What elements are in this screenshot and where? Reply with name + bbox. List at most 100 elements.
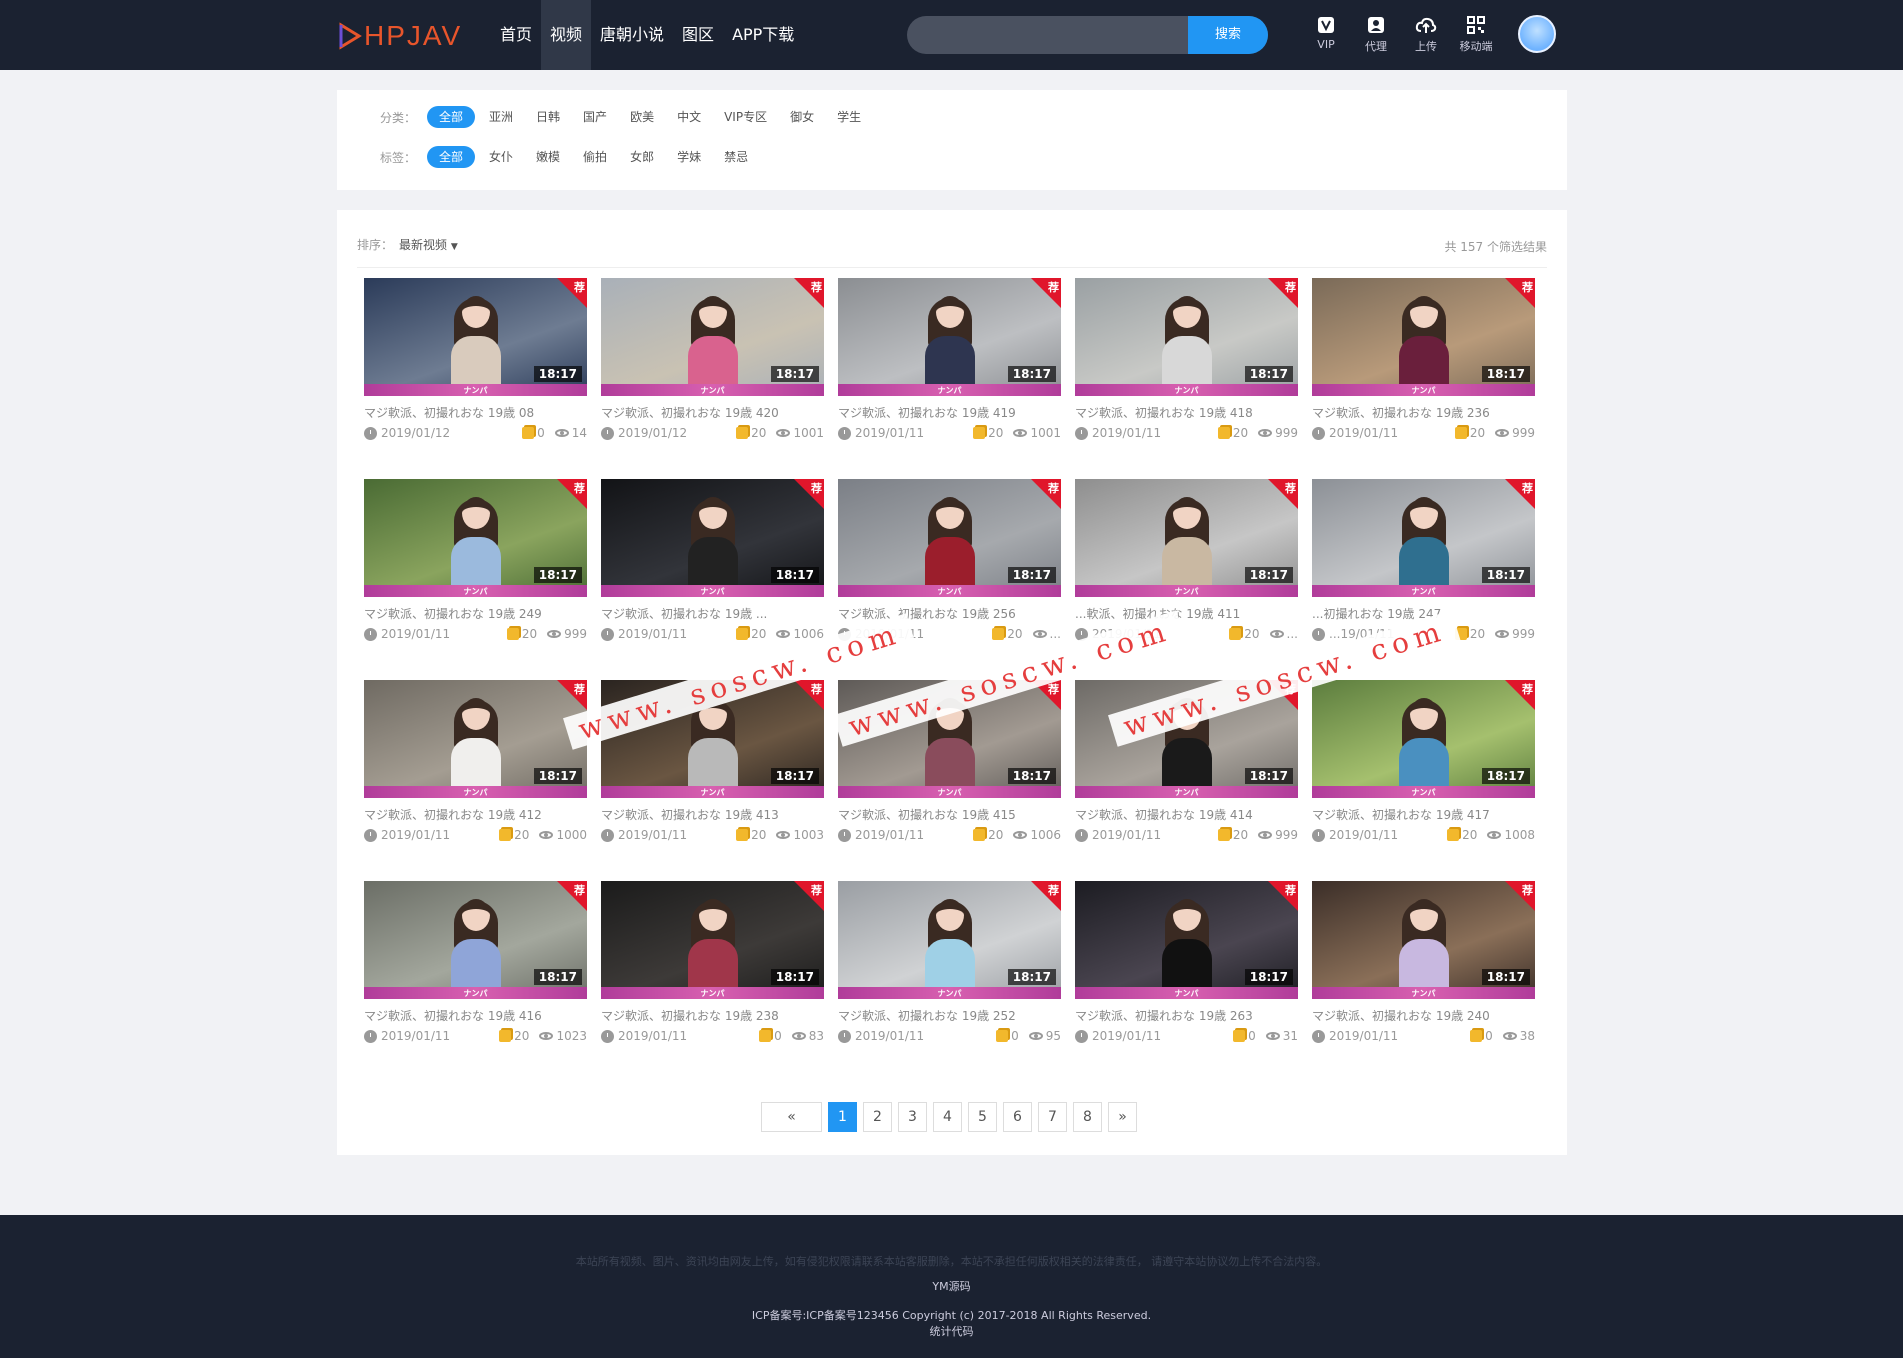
tag-chip[interactable]: 嫩模 [527,146,569,168]
tag-chip[interactable]: 全部 [427,146,476,168]
search-button[interactable]: 搜索 [1188,16,1268,54]
page-button[interactable]: 2 [863,1102,892,1132]
tag-chip[interactable]: 女仆 [480,146,522,168]
video-title[interactable]: マジ軟派、初撮れおな 19歳 412 [364,806,587,823]
page-button[interactable]: 8 [1073,1102,1102,1132]
video-thumbnail[interactable]: ナンパ 荐 18:17 [364,680,587,798]
video-title[interactable]: マジ軟派、初撮れおな 19歳 08 [364,404,587,421]
video-coins: 20 [514,828,530,842]
video-card[interactable]: ナンパ 荐 18:17 マジ軟派、初撮れおな 19歳 240 2019/01/11 0 38 [1312,881,1535,1061]
video-thumbnail[interactable]: ナンパ 荐 18:17 [601,278,824,396]
category-chip[interactable]: VIP专区 [715,106,776,128]
video-title[interactable]: マジ軟派、初撮れおな 19歳 249 [364,605,587,622]
page-next-button[interactable]: » [1108,1102,1137,1132]
video-title[interactable]: マジ軟派、初撮れおな 19歳 417 [1312,806,1535,823]
nav-novel[interactable]: 唐朝小说 [591,0,673,70]
video-thumbnail[interactable]: ナンパ 荐 18:17 [1075,479,1298,597]
video-title[interactable]: ...軟派、初撮れおな 19歳 411 [1075,605,1298,622]
video-thumbnail[interactable]: ナンパ 荐 18:17 [838,881,1061,999]
video-title[interactable]: マジ軟派、初撮れおな 19歳 263 [1075,1007,1298,1024]
video-thumbnail[interactable]: ナンパ 荐 18:17 [364,278,587,396]
video-thumbnail[interactable]: ナンパ 荐 18:17 [601,479,824,597]
category-chip[interactable]: 日韩 [527,106,569,128]
video-title[interactable]: マジ軟派、初撮れおな 19歳 413 [601,806,824,823]
video-card[interactable]: ナンパ荐 18:17 マジ軟派、初撮れおな 19歳 416 2019/01/11 20 1… [364,881,587,1061]
vip-button[interactable]: VIP [1301,14,1351,54]
video-thumbnail[interactable]: ナンパ 荐 18:17 [1312,881,1535,999]
page-button[interactable]: 5 [968,1102,997,1132]
video-card[interactable]: ナンパ 荐 18:17 マジ軟派、初撮れおな 19歳 08 2019/01/12 0 14 [364,278,587,458]
site-logo[interactable]: HPJAV [338,20,462,52]
video-card[interactable]: ナンパ 荐 18:17 マジ軟派、初撮れおな 19歳 249 2019/01/11 20 9… [364,479,587,659]
coin-icon [1229,628,1242,640]
video-thumbnail[interactable]: ナンパ 荐 18:17 [838,278,1061,396]
video-thumbnail[interactable]: ナンパ 荐 18:17 [1312,479,1535,597]
video-title[interactable]: マジ軟派、初撮れおな 19歳 414 [1075,806,1298,823]
video-thumbnail[interactable]: ナンパ 荐 18:17 [838,479,1061,597]
tag-chip[interactable]: 学妹 [668,146,710,168]
category-chip[interactable]: 全部 [427,106,476,128]
sort-dropdown[interactable]: 最新视频 ▼ [399,238,458,252]
category-chip[interactable]: 御女 [781,106,823,128]
mobile-button[interactable]: 移动端 [1451,14,1501,54]
video-title[interactable]: マジ軟派、初撮れおな 19歳 416 [364,1007,587,1024]
page-button[interactable]: 1 [828,1102,857,1132]
video-card[interactable]: ナンパ 荐 18:17 マジ軟派、初撮れおな 19歳 238 2019/01/11 0 83 [601,881,824,1061]
video-title[interactable]: マジ軟派、初撮れおな 19歳 238 [601,1007,824,1024]
video-thumbnail[interactable]: ナンパ 荐 18:17 [1312,278,1535,396]
video-thumbnail[interactable]: ナンパ 荐 18:17 [1075,881,1298,999]
tag-chip[interactable]: 禁忌 [715,146,757,168]
video-card[interactable]: ナンパ 荐 18:17 マジ軟派、初撮れおな 19歳 418 2019/01/11 20 9… [1075,278,1298,458]
search-input[interactable] [907,16,1187,54]
video-title[interactable]: マジ軟派、初撮れおな 19歳 240 [1312,1007,1535,1024]
category-chip[interactable]: 欧美 [621,106,663,128]
video-thumbnail[interactable]: ナンパ 荐 18:17 [601,881,824,999]
video-title[interactable]: マジ軟派、初撮れおな 19歳 420 [601,404,824,421]
footer-source-link[interactable]: YM源码 [0,1278,1903,1294]
video-title[interactable]: マジ軟派、初撮れおな 19歳 236 [1312,404,1535,421]
video-card[interactable]: ナンパ荐 18:17 マジ軟派、初撮れおな 19歳 417 2019/01/11 20 1… [1312,680,1535,860]
eye-icon [1269,630,1284,638]
category-row: 分类： 全部 亚洲 日韩 国产 欧美 中文 VIP专区 御女 学生 [380,106,875,128]
category-chip[interactable]: 国产 [574,106,616,128]
tag-chip[interactable]: 偷拍 [574,146,616,168]
video-card[interactable]: ナンパ 荐 18:17 マジ軟派、初撮れおな 19歳 ... 2019/01/11 20 1… [601,479,824,659]
user-avatar[interactable] [1518,15,1556,53]
page-button[interactable]: 6 [1003,1102,1032,1132]
video-title[interactable]: マジ軟派、初撮れおな 19歳 ... [601,605,824,622]
tag-chip[interactable]: 女郎 [621,146,663,168]
video-views: 999 [1275,828,1298,842]
agent-button[interactable]: 代理 [1351,14,1401,54]
video-card[interactable]: ナンパ荐 18:17 マジ軟派、初撮れおな 19歳 412 2019/01/11 20 1… [364,680,587,860]
video-title[interactable]: マジ軟派、初撮れおな 19歳 252 [838,1007,1061,1024]
video-thumbnail[interactable]: ナンパ 荐 18:17 [364,881,587,999]
video-title[interactable]: マジ軟派、初撮れおな 19歳 415 [838,806,1061,823]
nav-app-download[interactable]: APP下载 [723,0,803,70]
video-card[interactable]: ナンパ荐 18:17 マジ軟派、初撮れおな 19歳 419 2019/01/11 20 1… [838,278,1061,458]
video-thumbnail[interactable]: ナンパ 荐 18:17 [364,479,587,597]
nav-home[interactable]: 首页 [491,0,541,70]
upload-button[interactable]: 上传 [1401,14,1451,54]
video-card[interactable]: ナンパ 荐 18:17 マジ軟派、初撮れおな 19歳 252 2019/01/11 0 95 [838,881,1061,1061]
video-card[interactable]: ナンパ荐 18:17 マジ軟派、初撮れおな 19歳 420 2019/01/12 20 1… [601,278,824,458]
video-thumbnail[interactable]: ナンパ 荐 18:17 [1312,680,1535,798]
clock-icon [601,627,614,641]
video-meta: 2019/01/11 20 1023 [364,1029,587,1045]
page-button[interactable]: 3 [898,1102,927,1132]
video-date: 2019/01/12 [381,426,451,440]
video-card[interactable]: ナンパ 荐 18:17 マジ軟派、初撮れおな 19歳 263 2019/01/11 0 31 [1075,881,1298,1061]
video-title[interactable]: マジ軟派、初撮れおな 19歳 418 [1075,404,1298,421]
video-title[interactable]: マジ軟派、初撮れおな 19歳 419 [838,404,1061,421]
video-thumbnail[interactable]: ナンパ 荐 18:17 [1075,278,1298,396]
page-prev-button[interactable]: « [761,1102,822,1132]
nav-gallery[interactable]: 图区 [673,0,723,70]
video-card[interactable]: ナンパ 荐 18:17 マジ軟派、初撮れおな 19歳 236 2019/01/11 20 9… [1312,278,1535,458]
category-chip[interactable]: 中文 [668,106,710,128]
page-button[interactable]: 7 [1038,1102,1067,1132]
category-chip[interactable]: 学生 [828,106,870,128]
category-chip[interactable]: 亚洲 [480,106,522,128]
video-title[interactable]: マジ軟派、初撮れおな 19歳 256 [838,605,1061,622]
video-views: ... [1049,627,1061,641]
nav-video[interactable]: 视频 [541,0,592,70]
page-button[interactable]: 4 [933,1102,962,1132]
